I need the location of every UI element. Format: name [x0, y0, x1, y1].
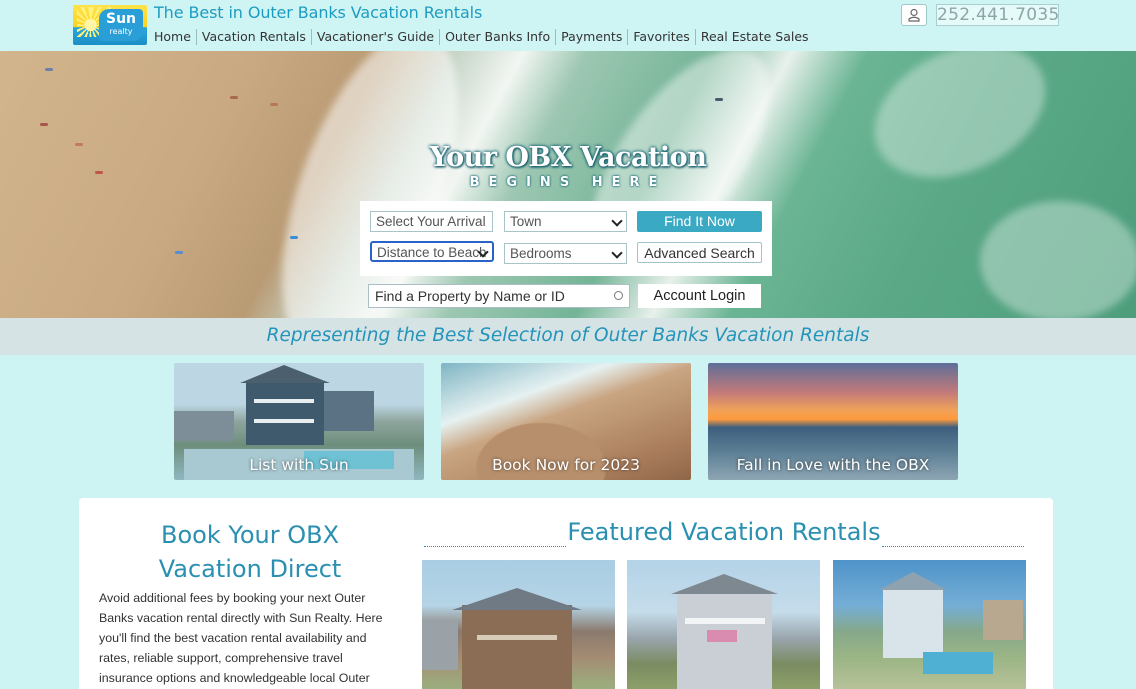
beachgoer — [270, 103, 278, 106]
beachgoer — [45, 68, 53, 71]
property-search-input[interactable]: Find a Property by Name or ID — [368, 284, 630, 308]
find-it-now-button[interactable]: Find It Now — [637, 211, 762, 232]
beachgoer — [290, 236, 298, 239]
logo-word-realty: realty — [109, 27, 133, 36]
hero-title: Your OBX Vacation — [429, 142, 707, 173]
search-icon — [614, 291, 623, 300]
tile-label: Fall in Love with the OBX — [736, 456, 930, 474]
book-direct-title-line1: Book Your OBX — [160, 521, 340, 549]
logo-wordmark: Sun realty — [99, 9, 143, 41]
featured-rental-card[interactable] — [422, 560, 615, 689]
rental-photo — [671, 574, 778, 689]
beachgoer — [230, 96, 238, 99]
nav-vacationers-guide[interactable]: Vacationer's Guide — [310, 29, 439, 45]
site-tagline: The Best in Outer Banks Vacation Rentals — [154, 3, 483, 22]
featured-rental-card[interactable] — [833, 560, 1026, 689]
nav-vacation-rentals[interactable]: Vacation Rentals — [195, 29, 311, 45]
tile-fall-in-love[interactable]: Fall in Love with the OBX — [708, 363, 958, 480]
distance-to-beach-select[interactable]: Distance to Beach — [370, 241, 494, 262]
nav-home[interactable]: Home — [154, 29, 196, 45]
bedrooms-select[interactable]: Bedrooms — [504, 243, 627, 264]
nav-outer-banks-info[interactable]: Outer Banks Info — [439, 29, 555, 45]
tile-list-with-sun[interactable]: List with Sun — [174, 363, 424, 480]
book-direct-text: Avoid additional fees by booking your ne… — [99, 591, 383, 685]
rental-photo — [879, 572, 1023, 674]
representing-banner: Representing the Best Selection of Outer… — [0, 318, 1136, 355]
town-select[interactable]: Town — [504, 211, 627, 232]
book-direct-title: Book Your OBX Vacation Direct — [100, 518, 400, 586]
user-icon — [908, 8, 920, 22]
book-direct-title-line2: Vacation Direct — [158, 555, 342, 583]
tile-book-now[interactable]: Book Now for 2023 — [441, 363, 691, 480]
account-login-button[interactable]: Account Login — [638, 284, 761, 308]
rental-photo — [422, 588, 582, 689]
search-panel: Select Your Arrival Town Find It Now Dis… — [360, 201, 772, 276]
beachgoer — [40, 123, 48, 126]
hero-banner: Your OBX Vacation BEGINS HERE Select You… — [0, 51, 1136, 318]
featured-rentals-title: Featured Vacation Rentals — [567, 518, 881, 546]
hero-subtitle: BEGINS HERE — [469, 175, 667, 190]
logo-word-sun: Sun — [105, 11, 137, 27]
site-header: Sun realty The Best in Outer Banks Vacat… — [0, 0, 1136, 51]
arrival-date-input[interactable]: Select Your Arrival — [370, 211, 493, 232]
nav-payments[interactable]: Payments — [555, 29, 627, 45]
property-search-placeholder: Find a Property by Name or ID — [375, 288, 565, 304]
advanced-search-button[interactable]: Advanced Search — [637, 242, 762, 263]
tile-label: Book Now for 2023 — [492, 456, 640, 474]
main-nav: Home Vacation Rentals Vacationer's Guide… — [154, 29, 814, 45]
featured-rental-card[interactable] — [627, 560, 820, 689]
surf-foam — [980, 201, 1136, 318]
nav-real-estate-sales[interactable]: Real Estate Sales — [694, 29, 814, 45]
phone-number[interactable]: 252.441.7035 — [936, 4, 1059, 26]
beachgoer — [175, 251, 183, 254]
account-button[interactable] — [901, 4, 927, 26]
title-divider-right — [882, 545, 1024, 547]
sun-realty-logo[interactable]: Sun realty — [73, 5, 147, 45]
tile-label: List with Sun — [249, 456, 349, 474]
beachgoer — [715, 98, 723, 101]
nav-favorites[interactable]: Favorites — [627, 29, 694, 45]
